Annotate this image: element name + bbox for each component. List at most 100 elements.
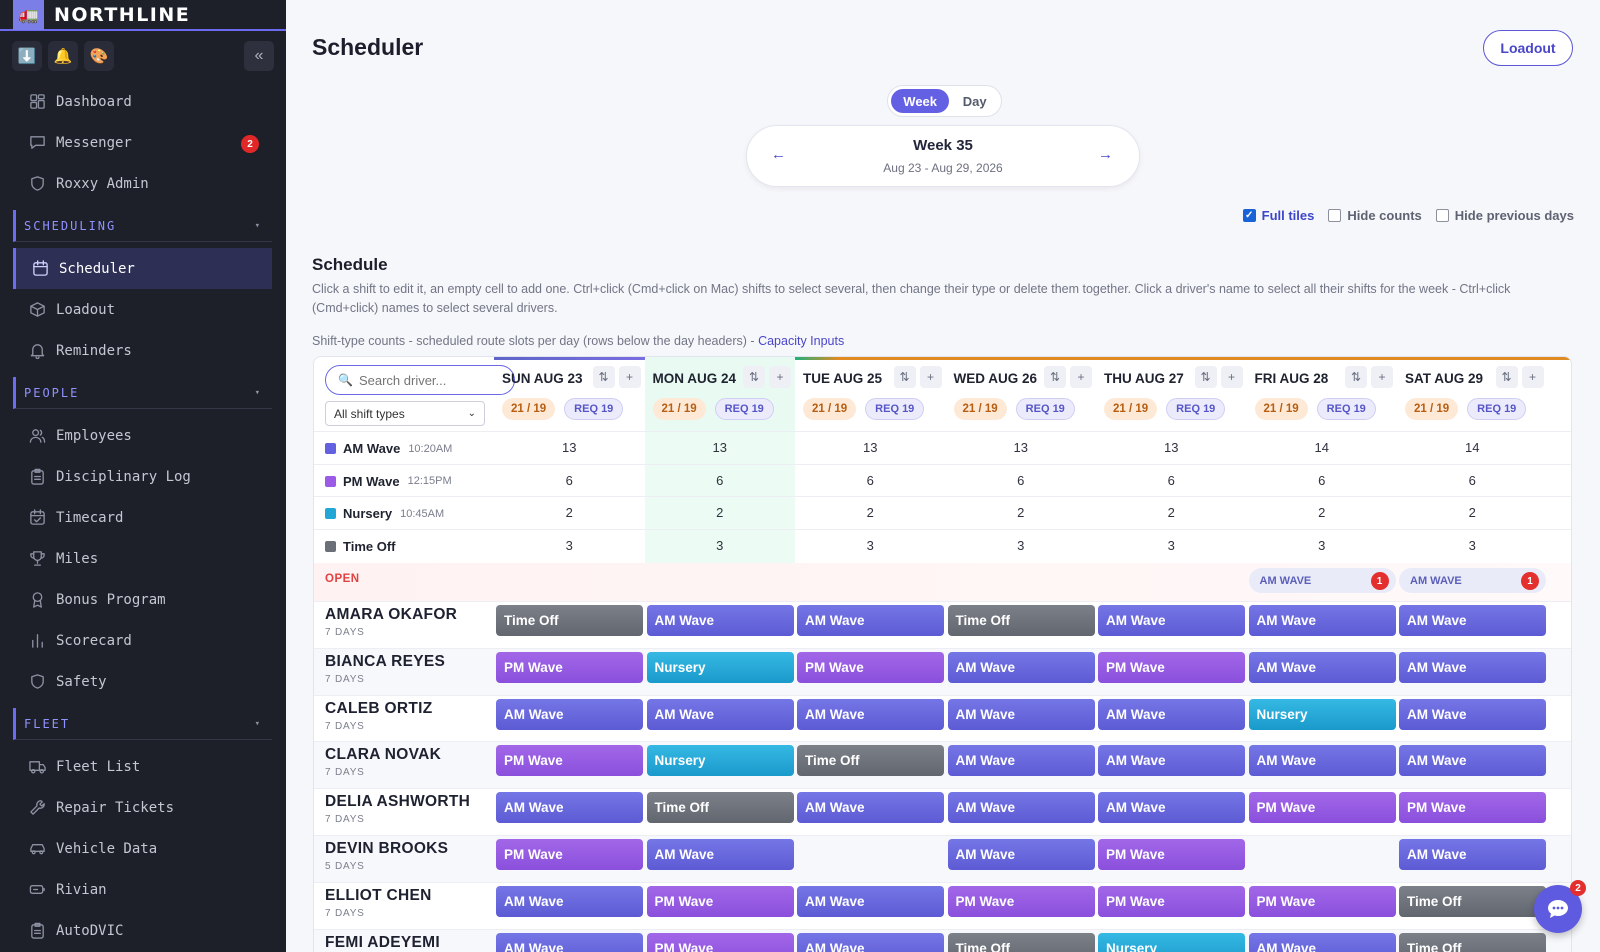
shift-tile[interactable]: PM Wave <box>646 885 794 917</box>
shift-tile[interactable]: AM Wave <box>1098 745 1245 777</box>
add-icon[interactable]: + <box>1220 366 1243 388</box>
shift-tile[interactable]: PM Wave <box>1399 792 1546 824</box>
shift-tile[interactable]: AM Wave <box>797 932 944 952</box>
loadout-button[interactable]: Loadout <box>1483 30 1573 66</box>
shift-tile[interactable]: AM Wave <box>646 605 794 636</box>
sort-icon[interactable]: ⇅ <box>1194 366 1217 388</box>
sidebar-item-safety[interactable]: Safety <box>0 661 286 702</box>
shift-tile[interactable]: AM Wave <box>797 792 944 824</box>
download-button[interactable]: ⬇️ <box>12 41 42 71</box>
sort-icon[interactable]: ⇅ <box>893 366 916 388</box>
shift-tile[interactable]: AM Wave <box>1399 839 1546 870</box>
driver-name[interactable]: DELIA ASHWORTH <box>325 793 470 811</box>
shift-tile[interactable]: AM Wave <box>1098 605 1245 636</box>
driver-name[interactable]: BIANCA REYES <box>325 653 445 671</box>
shift-tile[interactable]: AM Wave <box>947 698 1095 730</box>
sort-icon[interactable]: ⇅ <box>592 366 615 388</box>
shift-tile[interactable]: Time Off <box>646 792 794 824</box>
shift-tile[interactable]: PM Wave <box>797 651 944 683</box>
shift-tile[interactable]: PM Wave <box>1098 885 1245 917</box>
option-hide-previous-days[interactable]: Hide previous days <box>1435 208 1574 223</box>
full-tiles-checkbox[interactable]: ✓ <box>1242 209 1256 222</box>
shift-tile[interactable]: AM Wave <box>1248 745 1396 777</box>
shift-tile[interactable]: Nursery <box>646 651 794 683</box>
shift-tile[interactable]: AM Wave <box>496 885 643 917</box>
sidebar-item-scheduler[interactable]: Scheduler <box>13 248 272 289</box>
shift-tile[interactable]: AM Wave <box>1248 932 1396 952</box>
open-shift-chip[interactable]: AM WAVE 1 <box>1248 568 1396 593</box>
shift-tile[interactable]: AM Wave <box>797 605 944 636</box>
shift-tile[interactable]: PM Wave <box>1248 792 1396 824</box>
add-icon[interactable]: + <box>1521 366 1544 388</box>
shift-tile[interactable]: AM Wave <box>496 932 643 952</box>
collapse-sidebar-button[interactable]: « <box>244 41 274 71</box>
sort-icon[interactable]: ⇅ <box>1044 366 1066 388</box>
sidebar-item-bonus-program[interactable]: Bonus Program <box>0 579 286 620</box>
driver-name[interactable]: FEMI ADEYEMI <box>325 934 440 952</box>
capacity-inputs-link[interactable]: Capacity Inputs <box>758 334 844 348</box>
shift-tile[interactable]: Nursery <box>1098 932 1245 952</box>
hide-previous-days-checkbox[interactable] <box>1435 209 1449 222</box>
shift-tile[interactable]: AM Wave <box>947 651 1095 683</box>
driver-name[interactable]: AMARA OKAFOR <box>325 606 457 624</box>
driver-name[interactable]: DEVIN BROOKS <box>325 840 448 858</box>
option-full-tiles[interactable]: ✓ Full tiles <box>1242 208 1314 223</box>
sidebar-item-roxxy-admin[interactable]: Roxxy Admin <box>0 163 286 204</box>
shift-tile[interactable]: Time Off <box>947 932 1095 952</box>
shift-tile[interactable]: AM Wave <box>797 885 944 917</box>
shift-type-filter[interactable]: All shift types ⌄ <box>325 401 485 426</box>
shift-tile[interactable]: AM Wave <box>1248 605 1396 636</box>
shift-tile[interactable]: AM Wave <box>1399 651 1546 683</box>
shift-tile[interactable]: PM Wave <box>496 651 643 683</box>
shift-tile[interactable]: AM Wave <box>646 839 794 870</box>
sidebar-item-loadout[interactable]: Loadout <box>0 289 286 330</box>
shift-tile[interactable]: PM Wave <box>1098 651 1245 683</box>
shift-tile[interactable]: AM Wave <box>947 745 1095 777</box>
shift-tile[interactable]: PM Wave <box>947 885 1095 917</box>
shift-tile[interactable]: AM Wave <box>1248 651 1396 683</box>
chat-button[interactable]: 2 <box>1534 880 1586 933</box>
sidebar-item-vehicle-data[interactable]: Vehicle Data <box>0 828 286 869</box>
sidebar-item-disciplinary-log[interactable]: Disciplinary Log <box>0 456 286 497</box>
add-icon[interactable]: + <box>919 366 942 388</box>
shift-tile[interactable]: Nursery <box>1248 698 1396 730</box>
shift-tile[interactable]: AM Wave <box>646 698 794 730</box>
sidebar-item-scorecard[interactable]: Scorecard <box>0 620 286 661</box>
bell-button[interactable]: 🔔 <box>48 41 78 71</box>
hide-counts-checkbox[interactable] <box>1328 209 1342 222</box>
sidebar-item-autodvic[interactable]: AutoDVIC <box>0 910 286 951</box>
sidebar-item-fleet-list[interactable]: Fleet List <box>0 746 286 787</box>
shift-tile[interactable]: Time Off <box>1399 932 1546 952</box>
shift-tile[interactable]: Time Off <box>496 605 643 636</box>
shift-tile[interactable]: AM Wave <box>1399 698 1546 730</box>
sidebar-item-miles[interactable]: Miles <box>0 538 286 579</box>
driver-name[interactable]: CALEB ORTIZ <box>325 700 433 718</box>
driver-name[interactable]: ELLIOT CHEN <box>325 887 432 905</box>
shift-tile[interactable]: Time Off <box>797 745 944 777</box>
brand[interactable]: 🚛 NORTHLINE <box>0 0 286 31</box>
section-header-fleet[interactable]: FLEET ▾ <box>13 708 272 740</box>
shift-tile[interactable]: AM Wave <box>947 792 1095 824</box>
section-header-scheduling[interactable]: SCHEDULING ▾ <box>13 210 272 242</box>
add-icon[interactable]: + <box>769 366 791 388</box>
add-icon[interactable]: + <box>1070 366 1092 388</box>
shift-tile[interactable]: AM Wave <box>1399 745 1546 777</box>
shift-tile[interactable]: Time Off <box>947 605 1095 636</box>
shift-tile[interactable]: AM Wave <box>947 839 1095 870</box>
shift-tile[interactable]: PM Wave <box>1098 839 1245 870</box>
shift-tile[interactable]: AM Wave <box>797 698 944 730</box>
palette-button[interactable]: 🎨 <box>84 41 114 71</box>
driver-name[interactable]: CLARA NOVAK <box>325 746 441 764</box>
sort-icon[interactable]: ⇅ <box>743 366 765 388</box>
driver-search[interactable]: 🔍 <box>325 365 515 395</box>
add-icon[interactable]: + <box>1371 366 1393 388</box>
shift-tile[interactable]: AM Wave <box>1098 792 1245 824</box>
sidebar-item-dashboard[interactable]: Dashboard <box>0 81 286 122</box>
sidebar-item-repair-tickets[interactable]: Repair Tickets <box>0 787 286 828</box>
shift-tile[interactable]: Nursery <box>646 745 794 777</box>
sort-icon[interactable]: ⇅ <box>1495 366 1518 388</box>
sidebar-item-messenger[interactable]: Messenger 2 <box>0 122 286 163</box>
sidebar-item-rivian[interactable]: Rivian <box>0 869 286 910</box>
shift-tile[interactable]: PM Wave <box>1248 885 1396 917</box>
sidebar-item-reminders[interactable]: Reminders <box>0 330 286 371</box>
